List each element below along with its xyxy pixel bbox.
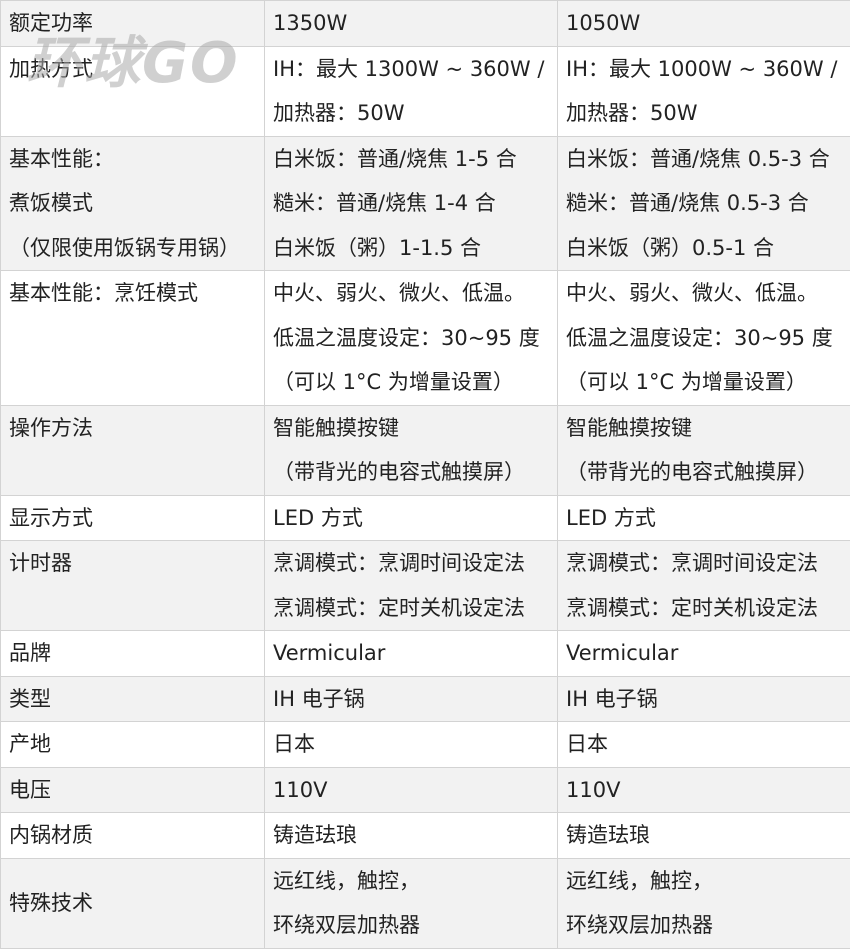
value-model-a: Vermicular	[264, 630, 558, 677]
value-model-b: 1050W	[557, 0, 850, 47]
value-model-a: IH 电子锅	[264, 675, 558, 722]
value-model-b: 智能触摸按键 （带背光的电容式触摸屏）	[557, 404, 850, 496]
value-model-b: LED 方式	[557, 494, 850, 541]
spec-table: 额定功率 1350W 1050W 加热方式 IH：最大 1300W ~ 360W…	[0, 0, 850, 949]
row-display: 显示方式 LED 方式 LED 方式	[0, 494, 850, 541]
row-label: 额定功率	[0, 0, 265, 47]
row-label: 品牌	[0, 630, 265, 677]
value-model-a: 日本	[264, 721, 558, 768]
value-model-b: 中火、弱火、微火、低温。 低温之温度设定：30~95 度（可以 1°C 为增量设置…	[557, 270, 850, 406]
value-model-a: 110V	[264, 766, 558, 813]
row-label: 特殊技术	[0, 857, 265, 949]
value-model-b: 白米饭：普通/烧焦 0.5-3 合糙米：普通/烧焦 0.5-3 合白米饭（粥）0…	[557, 135, 850, 271]
value-model-a: 远红线，触控， 环绕双层加热器	[264, 857, 558, 949]
value-model-a: 白米饭：普通/烧焦 1-5 合糙米：普通/烧焦 1-4 合白米饭（粥）1-1.5…	[264, 135, 558, 271]
value-model-b: 110V	[557, 766, 850, 813]
row-label: 显示方式	[0, 494, 265, 541]
row-label: 计时器	[0, 540, 265, 631]
value-model-a: 智能触摸按键 （带背光的电容式触摸屏）	[264, 404, 558, 496]
row-label: 产地	[0, 721, 265, 768]
value-model-b: 日本	[557, 721, 850, 768]
row-label: 操作方法	[0, 404, 265, 496]
row-operation: 操作方法 智能触摸按键 （带背光的电容式触摸屏） 智能触摸按键 （带背光的电容式触摸…	[0, 404, 850, 496]
value-model-b: 烹调模式：烹调时间设定法 烹调模式：定时关机设定法	[557, 540, 850, 631]
value-model-b: 铸造珐琅	[557, 812, 850, 859]
row-heating-method: 加热方式 IH：最大 1300W ~ 360W / 加热器：50W IH：最大 1…	[0, 45, 850, 137]
value-model-b: 远红线，触控， 环绕双层加热器	[557, 857, 850, 949]
row-origin: 产地 日本 日本	[0, 721, 850, 768]
value-model-a: LED 方式	[264, 494, 558, 541]
row-brand: 品牌 Vermicular Vermicular	[0, 630, 850, 677]
value-model-a: 中火、弱火、微火、低温。 低温之温度设定：30~95 度（可以 1°C 为增量设置…	[264, 270, 558, 406]
row-special-tech: 特殊技术 远红线，触控， 环绕双层加热器 远红线，触控， 环绕双层加热器	[0, 857, 850, 949]
row-voltage: 电压 110V 110V	[0, 766, 850, 813]
row-rated-power: 额定功率 1350W 1050W	[0, 0, 850, 47]
row-cooking-mode: 基本性能：烹饪模式 中火、弱火、微火、低温。 低温之温度设定：30~95 度（可以…	[0, 270, 850, 406]
value-model-a: IH：最大 1300W ~ 360W / 加热器：50W	[264, 45, 558, 137]
row-label: 内锅材质	[0, 812, 265, 859]
row-type: 类型 IH 电子锅 IH 电子锅	[0, 675, 850, 722]
row-label: 电压	[0, 766, 265, 813]
row-label: 加热方式	[0, 45, 265, 137]
row-label: 基本性能：烹饪模式	[0, 270, 265, 406]
row-timer: 计时器 烹调模式：烹调时间设定法 烹调模式：定时关机设定法 烹调模式：烹调时间设定…	[0, 540, 850, 631]
value-model-b: IH 电子锅	[557, 675, 850, 722]
value-model-b: Vermicular	[557, 630, 850, 677]
row-pot-material: 内锅材质 铸造珐琅 铸造珐琅	[0, 812, 850, 859]
value-model-a: 1350W	[264, 0, 558, 47]
value-model-b: IH：最大 1000W ~ 360W / 加热器：50W	[557, 45, 850, 137]
row-label: 类型	[0, 675, 265, 722]
row-rice-mode: 基本性能： 煮饭模式 （仅限使用饭锅专用锅） 白米饭：普通/烧焦 1-5 合糙米：普…	[0, 135, 850, 271]
value-model-a: 烹调模式：烹调时间设定法 烹调模式：定时关机设定法	[264, 540, 558, 631]
value-model-a: 铸造珐琅	[264, 812, 558, 859]
row-label: 基本性能： 煮饭模式 （仅限使用饭锅专用锅）	[0, 135, 265, 271]
